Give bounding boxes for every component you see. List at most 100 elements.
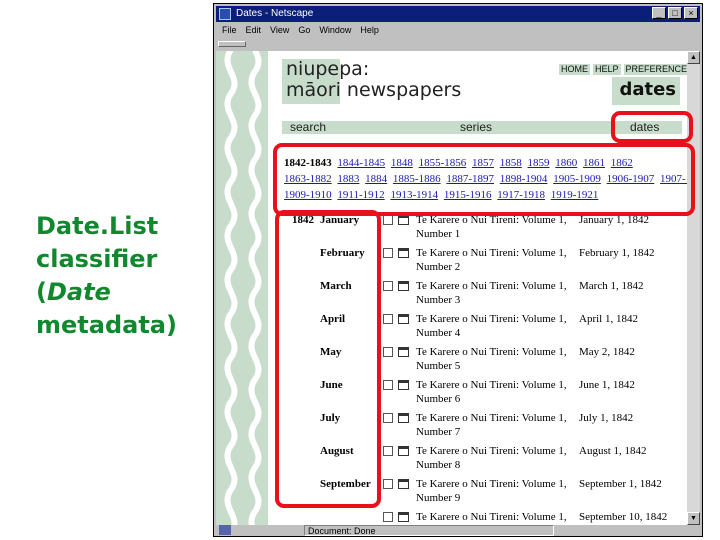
year-range-link[interactable]: 1885-1886: [393, 173, 441, 185]
year-range-link[interactable]: 1915-1916: [444, 189, 492, 201]
issue-title: Te Karere o Nui Tireni: Volume 1,: [416, 379, 567, 391]
document-link-icon[interactable]: [383, 380, 393, 390]
list-item: February Te Karere o Nui Tireni: Volume …: [216, 246, 687, 279]
nav-bar: search series dates: [282, 121, 682, 134]
document-link-icon[interactable]: [383, 215, 393, 225]
year-range-link[interactable]: 1863-1882: [284, 173, 332, 185]
year-range-link[interactable]: 1917-1918: [497, 189, 545, 201]
document-link-icon[interactable]: [383, 347, 393, 357]
issue-number: Number 5: [416, 360, 461, 372]
issue-number: Number 6: [416, 393, 461, 405]
document-link-icon[interactable]: [383, 446, 393, 456]
year-range-link[interactable]: 1911-1912: [337, 189, 384, 201]
top-links: HOME HELP PREFERENCES: [559, 64, 687, 75]
newspaper-icon[interactable]: [398, 347, 409, 357]
menu-edit[interactable]: Edit: [246, 23, 262, 38]
help-link[interactable]: HELP: [593, 64, 621, 75]
year-range-link[interactable]: 1905-1909: [553, 173, 601, 185]
site-logo[interactable]: niupepa: māori newspapers: [286, 59, 461, 101]
home-link[interactable]: HOME: [559, 64, 590, 75]
list-month: May: [320, 346, 342, 358]
issue-date: March 1, 1842: [579, 280, 644, 292]
year-range-link[interactable]: 1919-1921: [551, 189, 599, 201]
newspaper-icon[interactable]: [398, 380, 409, 390]
list-item: August Te Karere o Nui Tireni: Volume 1,…: [216, 444, 687, 477]
issue-number: Number 3: [416, 294, 461, 306]
toolbar-grip[interactable]: [218, 41, 246, 47]
year-range-link[interactable]: 1860: [555, 157, 577, 169]
year-range-link[interactable]: 1887-1897: [446, 173, 494, 185]
tab-series[interactable]: series: [460, 121, 492, 134]
newspaper-icon[interactable]: [398, 248, 409, 258]
year-range-link[interactable]: 1859: [528, 157, 550, 169]
newspaper-icon[interactable]: [398, 413, 409, 423]
menu-bar: File Edit View Go Window Help: [216, 23, 700, 38]
window-buttons: _ □ ×: [652, 7, 698, 19]
issue-number: Number 2: [416, 261, 461, 273]
newspaper-icon[interactable]: [398, 314, 409, 324]
newspaper-icon[interactable]: [398, 479, 409, 489]
issue-title: Te Karere o Nui Tireni: Volume 1,: [416, 346, 567, 358]
menu-go[interactable]: Go: [298, 23, 310, 38]
year-range-link[interactable]: 1909-1910: [284, 189, 332, 201]
list-month: January: [320, 214, 360, 226]
issue-title: Te Karere o Nui Tireni: Volume 1,: [416, 313, 567, 325]
issue-date: September 10, 1842: [579, 511, 668, 523]
year-range-link[interactable]: 1862: [611, 157, 633, 169]
year-range-link[interactable]: 1913-1914: [390, 189, 438, 201]
minimize-button[interactable]: _: [652, 7, 666, 19]
newspaper-icon[interactable]: [398, 512, 409, 522]
year-range-link[interactable]: 1848: [391, 157, 413, 169]
vertical-scrollbar[interactable]: ▲ ▼: [687, 51, 700, 525]
menu-help[interactable]: Help: [360, 23, 379, 38]
year-range-current: 1842-1843: [284, 157, 332, 169]
browser-window: Dates - Netscape _ □ × File Edit View Go…: [213, 3, 703, 537]
document-link-icon[interactable]: [383, 512, 393, 522]
list-item: 1842 January Te Karere o Nui Tireni: Vol…: [216, 213, 687, 246]
document-link-icon[interactable]: [383, 413, 393, 423]
list-month: February: [320, 247, 365, 259]
document-link-icon[interactable]: [383, 479, 393, 489]
tab-search[interactable]: search: [290, 121, 326, 134]
list-item: April Te Karere o Nui Tireni: Volume 1, …: [216, 312, 687, 345]
year-range-link[interactable]: 1884: [365, 173, 387, 185]
issue-number: Number 4: [416, 327, 461, 339]
year-range-link[interactable]: 1861: [583, 157, 605, 169]
newspaper-icon[interactable]: [398, 281, 409, 291]
year-range-link[interactable]: 1907-1908: [660, 173, 687, 185]
issue-date: May 2, 1842: [579, 346, 635, 358]
maximize-button[interactable]: □: [668, 7, 682, 19]
preferences-link[interactable]: PREFERENCES: [623, 64, 687, 75]
issue-title: Te Karere o Nui Tireni: Volume 1,: [416, 247, 567, 259]
security-icon[interactable]: [219, 525, 231, 535]
newspaper-icon[interactable]: [398, 446, 409, 456]
title-bar[interactable]: Dates - Netscape _ □ ×: [216, 6, 700, 22]
document-link-icon[interactable]: [383, 281, 393, 291]
year-ranges: 1842-1843 1844-1845 1848 1855-1856 1857 …: [284, 155, 687, 203]
year-range-link[interactable]: 1906-1907: [607, 173, 655, 185]
menu-window[interactable]: Window: [319, 23, 351, 38]
slide-caption: Date.List classifier (Date metadata): [36, 210, 206, 342]
list-month: April: [320, 313, 346, 325]
issue-title: Te Karere o Nui Tireni: Volume 1,: [416, 280, 567, 292]
scroll-up-arrow-icon[interactable]: ▲: [687, 51, 700, 64]
year-range-link[interactable]: 1855-1856: [419, 157, 467, 169]
close-button[interactable]: ×: [684, 7, 698, 19]
scroll-down-arrow-icon[interactable]: ▼: [687, 512, 700, 525]
issue-title: Te Karere o Nui Tireni: Volume 1,: [416, 412, 567, 424]
year-range-link[interactable]: 1844-1845: [337, 157, 385, 169]
year-range-link[interactable]: 1883: [337, 173, 359, 185]
newspaper-icon[interactable]: [398, 215, 409, 225]
document-link-icon[interactable]: [383, 314, 393, 324]
document-link-icon[interactable]: [383, 248, 393, 258]
issue-title: Te Karere o Nui Tireni: Volume 1,: [416, 511, 567, 523]
year-range-link[interactable]: 1858: [500, 157, 522, 169]
list-item: May Te Karere o Nui Tireni: Volume 1, Nu…: [216, 345, 687, 378]
logo-line-1: niupepa:: [286, 58, 370, 80]
year-range-link[interactable]: 1898-1904: [500, 173, 548, 185]
year-range-link[interactable]: 1857: [472, 157, 494, 169]
tab-dates[interactable]: dates: [630, 121, 659, 134]
list-month: July: [320, 412, 341, 424]
menu-view[interactable]: View: [270, 23, 289, 38]
menu-file[interactable]: File: [222, 23, 237, 38]
